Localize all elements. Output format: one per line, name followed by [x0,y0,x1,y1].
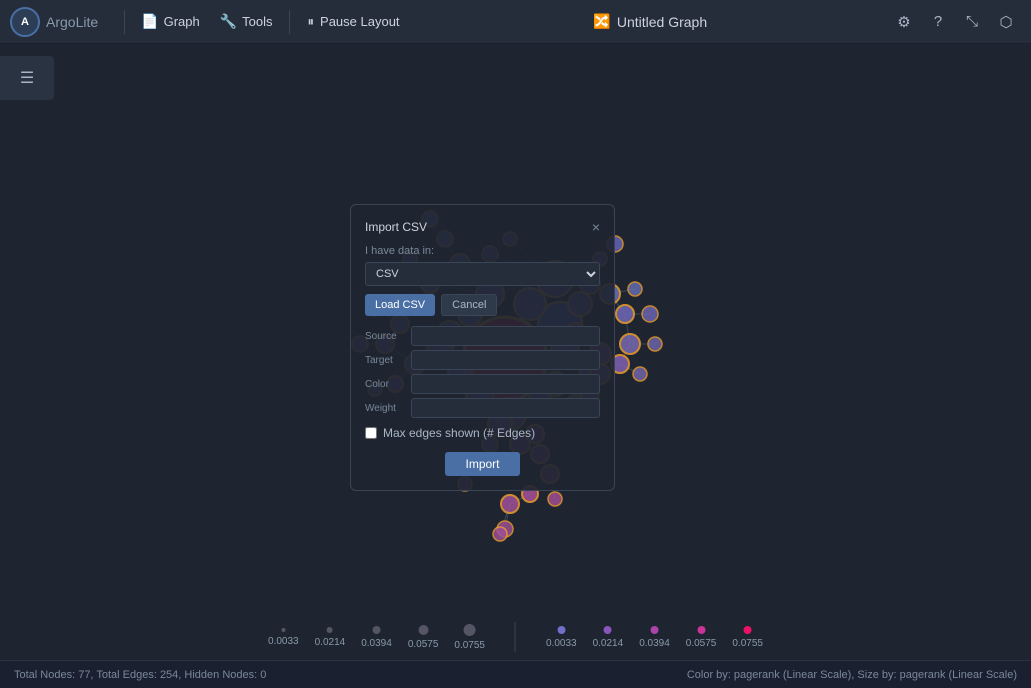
dialog-have-data-label: I have data in: [365,245,600,257]
collapse-button[interactable]: ⤡ [957,7,987,37]
color-legend-label: 0.0033 [546,638,577,649]
help-button[interactable]: ? [923,7,953,37]
cancel-button[interactable]: Cancel [441,294,497,316]
brand-name: ArgoLite [46,14,98,30]
color-legend-label: 0.0575 [686,638,717,649]
color-label: Color [365,379,405,390]
pause-layout-button[interactable]: ⏸ Pause Layout [296,9,412,35]
size-dot [464,624,476,636]
nav-tools-menu[interactable]: 🔧 Tools [210,8,283,35]
graph-title-area: 🔀 Untitled Graph [593,13,707,30]
target-label: Target [365,355,405,366]
github-icon: ⬡ [999,13,1012,31]
logo: A [10,7,40,37]
tools-icon: 🔧 [220,13,237,30]
size-legend-item: 0.0394 [361,626,392,649]
status-right: Color by: pagerank (Linear Scale), Size … [687,669,1017,681]
load-csv-button[interactable]: Load CSV [365,294,435,316]
graph-title-icon: 🔀 [593,13,610,30]
graph-title-text: Untitled Graph [617,14,707,30]
size-legend-item: 0.0755 [454,624,485,651]
size-legend-item: 0.0033 [268,628,299,647]
size-legend-item: 0.0575 [408,625,439,650]
size-legend-label: 0.0394 [361,638,392,649]
top-navbar: A ArgoLite 📄 Graph 🔧 Tools ⏸ Pause Layou… [0,0,1031,44]
size-legend-label: 0.0575 [408,639,439,650]
color-legend-item: 0.0394 [639,626,670,649]
color-legend-item: 0.0575 [686,626,717,649]
color-dot [604,626,612,634]
source-label: Source [365,331,405,342]
color-row: Color [365,374,600,394]
color-dot [557,626,565,634]
sidebar-toggle-button[interactable]: ☰ [0,56,54,100]
size-dot [373,626,381,634]
settings-button[interactable]: ⚙ [889,7,919,37]
dialog-format-select[interactable]: CSV [365,262,600,286]
pause-layout-label: Pause Layout [320,14,400,29]
help-icon: ? [934,13,942,30]
hamburger-icon: ☰ [20,68,34,88]
nav-graph-menu[interactable]: 📄 Graph [131,8,210,35]
canvas-area[interactable]: Import CSV × I have data in: CSV Load CS… [0,44,1031,688]
legend-divider [515,622,516,652]
logo-text: A [21,16,29,28]
color-dot [650,626,658,634]
legend-bar: 0.00330.02140.03940.05750.0755 0.00330.0… [248,622,783,652]
size-legend-label: 0.0214 [315,637,346,648]
target-row: Target [365,350,600,370]
color-legend-item: 0.0214 [593,626,624,649]
size-legend-label: 0.0755 [454,640,485,651]
dialog-fields-section: Source Target Color Weight [365,326,600,418]
nav-right-actions: ⚙ ? ⤡ ⬡ [889,7,1021,37]
size-dot [327,627,333,633]
weight-input[interactable] [411,398,600,418]
max-edges-checkbox[interactable] [365,427,377,439]
color-legend-label: 0.0755 [732,638,763,649]
dialog-action-row: Load CSV Cancel [365,294,600,316]
size-legend: 0.0033 0.0214 0.0394 0.0575 0.0755 [248,624,505,651]
status-bar: Total Nodes: 77, Total Edges: 254, Hidde… [0,660,1031,688]
dialog-header: Import CSV × [365,219,600,235]
color-legend-item: 0.0755 [732,626,763,649]
weight-label: Weight [365,403,405,414]
brand-suffix: Lite [76,14,99,30]
size-dot [418,625,428,635]
dialog-title: Import CSV [365,220,427,234]
import-button[interactable]: Import [445,452,519,476]
color-dot [744,626,752,634]
graph-doc-icon: 📄 [141,13,158,30]
color-legend-item: 0.0033 [546,626,577,649]
tools-menu-label: Tools [242,14,272,29]
nav-divider-1 [124,10,125,34]
color-input[interactable] [411,374,600,394]
color-legend-label: 0.0394 [639,638,670,649]
github-button[interactable]: ⬡ [991,7,1021,37]
max-edges-label: Max edges shown (# Edges) [383,426,535,440]
collapse-icon: ⤡ [966,13,978,30]
color-legend: 0.0033 0.0214 0.0394 0.0575 0.0755 [526,626,783,649]
dialog-footer: Import [365,452,600,476]
nav-divider-2 [289,10,290,34]
color-dot [697,626,705,634]
weight-row: Weight [365,398,600,418]
size-dot [281,628,285,632]
graph-menu-label: Graph [164,14,200,29]
import-csv-dialog: Import CSV × I have data in: CSV Load CS… [350,204,615,491]
dialog-close-button[interactable]: × [592,219,600,235]
size-legend-label: 0.0033 [268,636,299,647]
color-legend-label: 0.0214 [593,638,624,649]
target-input[interactable] [411,350,600,370]
size-legend-item: 0.0214 [315,627,346,648]
pause-icon: ⏸ [308,14,315,30]
settings-icon: ⚙ [897,13,910,31]
source-row: Source [365,326,600,346]
max-edges-row: Max edges shown (# Edges) [365,426,600,440]
status-left: Total Nodes: 77, Total Edges: 254, Hidde… [14,669,266,681]
source-input[interactable] [411,326,600,346]
